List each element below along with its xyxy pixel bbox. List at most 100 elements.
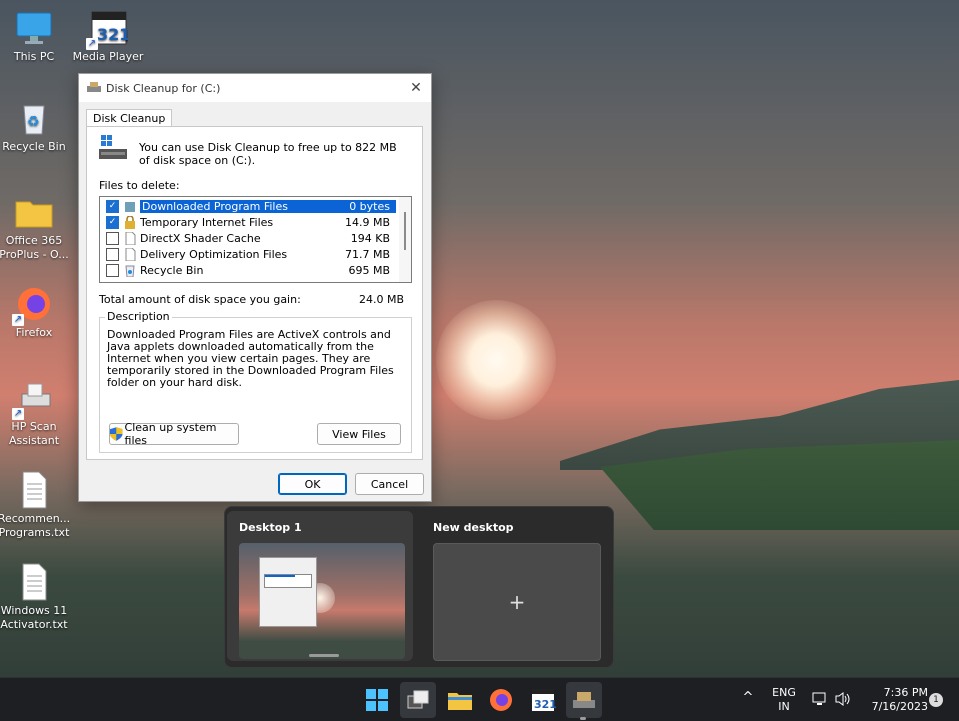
view-files-button[interactable]: View Files xyxy=(317,423,401,445)
disk-cleanup-dialog: Disk Cleanup for (C:) ✕ Disk Cleanup You… xyxy=(78,73,432,502)
file-size: 194 KB xyxy=(350,231,390,245)
file-name: Delivery Optimization Files xyxy=(140,247,288,261)
disk-cleanup-icon[interactable] xyxy=(571,687,597,713)
desktop-icon-label: Office 365 ProPlus - O... xyxy=(0,234,69,261)
desktop-icon-label: HP Scan Assistant xyxy=(8,420,60,447)
dialog-titlebar[interactable]: Disk Cleanup for (C:) ✕ xyxy=(79,74,431,102)
desktop-icon-label: Firefox xyxy=(15,326,53,339)
firefox-icon: ↗ xyxy=(12,284,54,326)
scroll-indicator xyxy=(309,654,339,657)
desktop-icon-label: Windows 11 Activator.txt xyxy=(0,604,68,631)
firefox-icon[interactable] xyxy=(488,687,514,713)
desktop-icon-hp-scan[interactable]: ↗ HP Scan Assistant xyxy=(0,378,73,448)
dialog-thumbnail xyxy=(259,557,317,627)
shortcut-arrow-icon: ↗ xyxy=(12,408,24,420)
file-size: 71.7 MB xyxy=(344,247,390,261)
checkbox[interactable] xyxy=(106,263,119,277)
list-item[interactable]: Delivery Optimization Files 71.7 MB xyxy=(100,246,396,262)
desktop-1-label: Desktop 1 xyxy=(239,521,302,534)
files-list[interactable]: ✓ Downloaded Program Files 0 bytes ✓ Tem… xyxy=(99,196,412,283)
list-item[interactable]: Recycle Bin 695 MB xyxy=(100,262,396,278)
task-view-icon[interactable] xyxy=(405,687,431,713)
file-explorer-icon[interactable] xyxy=(447,687,473,713)
desktop-icon-label: Recommen... Programs.txt xyxy=(0,512,71,539)
list-item[interactable]: ✓ Downloaded Program Files 0 bytes xyxy=(100,198,396,214)
desktop-icon-firefox[interactable]: ↗ Firefox xyxy=(0,284,73,340)
clean-up-system-files-button[interactable]: Clean up system files xyxy=(109,421,239,447)
clock-time: 7:36 PM xyxy=(883,686,928,699)
shortcut-arrow-icon: ↗ xyxy=(12,314,24,326)
folder-icon xyxy=(125,201,135,212)
file-size: 14.9 MB xyxy=(344,215,390,229)
media-player-icon[interactable]: 321 xyxy=(530,687,557,713)
recycle-bin-icon: ♻ xyxy=(14,98,54,138)
notification-badge[interactable]: 1 xyxy=(929,693,943,707)
shortcut-arrow-icon: ↗ xyxy=(86,38,98,50)
tab-pane: You can use Disk Cleanup to free up to 8… xyxy=(86,126,423,460)
desktop-icon-label: Media Player Classic xyxy=(72,50,144,63)
new-desktop-label: New desktop xyxy=(433,521,514,534)
file-icon xyxy=(125,231,136,245)
svg-text:321: 321 xyxy=(97,25,128,44)
language-indicator[interactable]: ENG IN xyxy=(768,686,800,714)
dialog-title: Disk Cleanup for (C:) xyxy=(106,81,221,95)
volume-icon[interactable] xyxy=(834,691,852,711)
taskbar: 321 ^ ENG IN 7:36 PM 7/16/2023 1 xyxy=(0,677,959,721)
clean-up-system-files-label: Clean up system files xyxy=(124,421,217,447)
start-icon[interactable] xyxy=(364,687,390,713)
new-desktop-tile[interactable]: New desktop + xyxy=(421,511,607,661)
file-name: Recycle Bin xyxy=(140,263,204,277)
desktop-icon-label: This PC xyxy=(13,50,55,63)
chevron-up-icon[interactable]: ^ xyxy=(740,691,756,705)
network-icon[interactable] xyxy=(812,691,828,711)
add-desktop-button[interactable]: + xyxy=(433,543,601,661)
total-gain-value: 24.0 MB xyxy=(358,293,404,306)
language-top: ENG xyxy=(772,686,796,699)
checkbox[interactable]: ✓ xyxy=(106,215,119,229)
shield-icon xyxy=(110,427,123,441)
checkbox[interactable] xyxy=(106,231,119,245)
file-name: Downloaded Program Files xyxy=(140,199,320,213)
clock-date: 7/16/2023 xyxy=(871,700,928,713)
plus-icon: + xyxy=(508,590,526,614)
text-file-icon xyxy=(14,470,54,510)
checkbox[interactable] xyxy=(106,247,119,261)
description-label: Description xyxy=(105,310,172,323)
desktop-icon-activator-txt[interactable]: Windows 11 Activator.txt xyxy=(0,562,73,632)
close-icon[interactable]: ✕ xyxy=(401,80,431,96)
media-player-icon: 321 ↗ xyxy=(86,8,130,50)
checkbox[interactable]: ✓ xyxy=(106,199,119,213)
clock[interactable]: 7:36 PM 7/16/2023 xyxy=(862,686,928,714)
monitor-icon xyxy=(14,8,54,48)
list-scrollbar[interactable] xyxy=(399,197,411,282)
recycle-icon xyxy=(125,265,135,277)
desktop-icon-this-pc[interactable]: This PC xyxy=(0,8,73,64)
desktop-1-tile[interactable]: Desktop 1 xyxy=(227,511,413,661)
file-name: Temporary Internet Files xyxy=(140,215,274,229)
scanner-icon: ↗ xyxy=(12,378,54,420)
file-size: 0 bytes xyxy=(320,199,396,213)
desktop-icon-office[interactable]: Office 365 ProPlus - O... xyxy=(0,192,73,262)
total-gain-label: Total amount of disk space you gain: xyxy=(99,293,301,306)
file-size: 695 MB xyxy=(348,263,390,277)
desktop-1-preview[interactable] xyxy=(239,543,405,659)
lock-icon xyxy=(125,215,135,229)
cancel-button[interactable]: Cancel xyxy=(355,473,424,495)
desktop-icon-media-player[interactable]: 321 ↗ Media Player Classic xyxy=(69,8,147,64)
description-text: Downloaded Program Files are ActiveX con… xyxy=(107,328,394,389)
desktop-icon-recycle-bin[interactable]: ♻ Recycle Bin xyxy=(0,98,73,154)
file-icon xyxy=(125,247,136,261)
ok-button[interactable]: OK xyxy=(278,473,347,495)
text-file-icon xyxy=(14,562,54,602)
scrollbar-thumb[interactable] xyxy=(404,212,406,250)
svg-text:321: 321 xyxy=(534,698,556,711)
desktop-icon-label: Recycle Bin xyxy=(2,140,66,153)
list-item[interactable]: DirectX Shader Cache 194 KB xyxy=(100,230,396,246)
files-to-delete-label: Files to delete: xyxy=(99,179,180,192)
svg-text:♻: ♻ xyxy=(27,114,40,130)
intro-text: You can use Disk Cleanup to free up to 8… xyxy=(139,141,397,167)
file-name: DirectX Shader Cache xyxy=(140,231,261,245)
language-bottom: IN xyxy=(778,700,790,713)
desktop-icon-recommended-txt[interactable]: Recommen... Programs.txt xyxy=(0,470,73,540)
list-item[interactable]: ✓ Temporary Internet Files 14.9 MB xyxy=(100,214,396,230)
